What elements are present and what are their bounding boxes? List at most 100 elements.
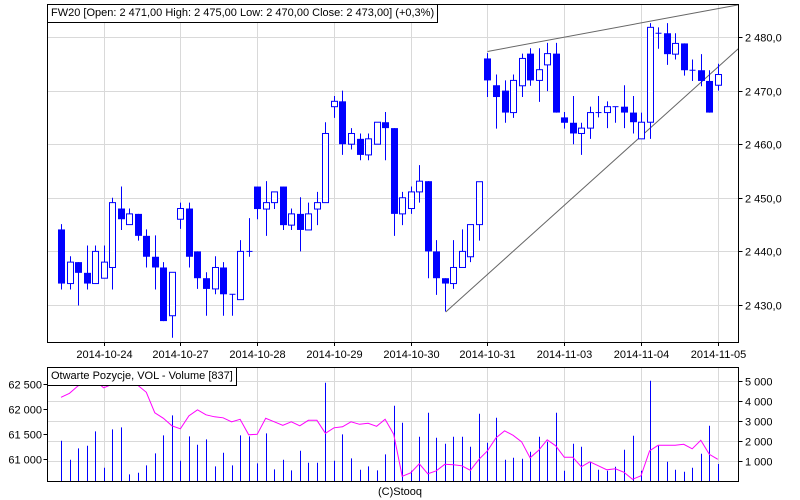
candle-body-bullish <box>519 57 526 87</box>
candle-body-bearish <box>194 251 201 279</box>
candle <box>101 245 108 279</box>
candle-body-bearish <box>135 213 142 236</box>
candle-body-bearish <box>553 53 560 113</box>
axis-labels: 2 430,0 2 440,0 2 450,0 2 460,0 2 470,0 2 480… <box>8 33 781 469</box>
candle-body-bullish <box>536 69 543 81</box>
price-tick-label: 2 460,0 <box>745 140 782 152</box>
candle-body-bearish <box>493 85 500 98</box>
upper-trendline[interactable] <box>487 4 739 52</box>
candle <box>493 74 500 129</box>
candle-body-bearish <box>160 267 167 322</box>
price-tick-label: 2 450,0 <box>745 194 782 206</box>
trendlines[interactable] <box>445 4 739 313</box>
candle-body-bearish <box>433 251 440 279</box>
candle <box>553 42 560 113</box>
candle-body-bullish <box>126 213 133 226</box>
candle-body-bullish <box>288 213 295 226</box>
candle-body-bearish <box>527 53 534 81</box>
candle <box>288 208 295 230</box>
candle-body-bearish <box>339 101 346 145</box>
volume-tick-label: 1 000 <box>745 457 773 469</box>
candle-body-bearish <box>502 90 509 113</box>
candle-body-bullish <box>348 132 355 145</box>
candle <box>58 224 65 290</box>
open-interest-tick-label: 61 500 <box>8 430 42 442</box>
candle-body-bullish <box>587 112 594 129</box>
open-interest-line <box>60 380 719 480</box>
candle-body-bearish <box>297 213 304 230</box>
candle <box>484 53 491 98</box>
price-tick-label: 2 470,0 <box>745 87 782 99</box>
candle <box>502 80 509 123</box>
candle <box>186 202 193 268</box>
date-tick-label: 2014-11-04 <box>614 349 669 361</box>
candle-body-bullish <box>212 266 219 290</box>
candle-body-bearish <box>484 58 491 81</box>
candle <box>655 27 662 49</box>
candle <box>92 245 99 285</box>
candle <box>331 95 338 118</box>
candle <box>442 278 449 312</box>
candle-body-bullish <box>450 266 457 285</box>
date-tick-label: 2014-10-30 <box>383 349 439 361</box>
candle <box>416 165 423 203</box>
candle <box>297 197 304 252</box>
candle-body-bearish <box>203 278 210 289</box>
date-tick-label: 2014-10-31 <box>459 349 515 361</box>
candle <box>450 240 457 289</box>
candle-body-bullish <box>92 250 99 285</box>
chart-canvas: 2 430,0 2 440,0 2 450,0 2 460,0 2 470,0 2 480… <box>8 4 782 482</box>
copyright-label: (C)Stooq <box>377 486 423 498</box>
candle <box>212 256 219 295</box>
candle <box>263 181 270 236</box>
candle <box>459 229 466 268</box>
candle-body-bullish <box>237 250 244 301</box>
candle <box>194 251 201 289</box>
volume-bars <box>61 380 719 481</box>
candle <box>84 245 91 290</box>
candle <box>578 122 585 155</box>
candle <box>587 106 594 139</box>
candle <box>254 186 261 220</box>
candle-body-bullish <box>67 261 74 285</box>
candle <box>408 186 415 214</box>
candle-body-bearish <box>118 208 125 220</box>
candle <box>126 208 133 226</box>
lower-trendline[interactable] <box>445 48 739 313</box>
candle-body-bearish <box>664 33 671 55</box>
candle-body-bearish <box>391 128 398 214</box>
candle <box>510 74 517 118</box>
candle <box>348 128 355 150</box>
candle-body-bullish <box>169 271 176 317</box>
candle <box>237 240 244 301</box>
candle <box>305 202 312 231</box>
candle-body-bearish <box>186 208 193 257</box>
candle-body-bearish <box>58 229 65 284</box>
candle <box>169 271 176 338</box>
candle <box>382 112 389 161</box>
candle <box>476 181 483 241</box>
candle-body-bullish <box>305 213 312 231</box>
candle-body-bearish <box>254 186 261 210</box>
date-tick-label: 2014-10-24 <box>76 349 132 361</box>
candle <box>638 112 645 140</box>
candle-body-bullish <box>109 202 116 268</box>
candle-body-bullish <box>416 180 423 193</box>
candle <box>698 54 705 87</box>
candle-body-bearish <box>630 112 637 123</box>
candle <box>177 202 184 229</box>
candle-body-bullish <box>715 74 722 86</box>
candle-body-bullish <box>467 224 474 258</box>
candle <box>595 95 602 118</box>
date-tick-label: 2014-10-28 <box>229 349 285 361</box>
candle-body-bullish <box>331 100 338 108</box>
candle-body-bullish <box>365 138 372 156</box>
candle-body-bearish <box>698 70 705 81</box>
candle <box>280 186 287 230</box>
candle-body-bearish <box>84 272 91 284</box>
candle <box>527 48 534 86</box>
candle-body-bearish <box>143 235 150 257</box>
candle <box>220 262 227 316</box>
candle <box>160 262 167 322</box>
price-tick-label: 2 440,0 <box>745 247 782 259</box>
